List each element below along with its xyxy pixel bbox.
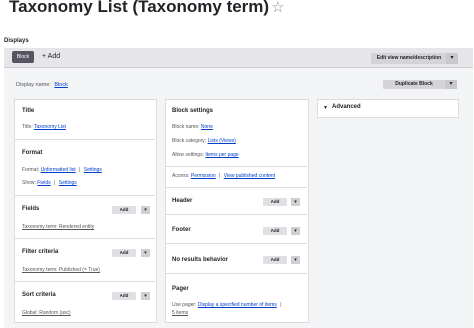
divider: [15, 238, 155, 239]
block-name-label: Block name:: [172, 124, 200, 130]
block-category-link[interactable]: Lists (Views): [208, 138, 236, 144]
allow-settings-label: Allow settings:: [172, 152, 204, 158]
divider: [15, 195, 155, 196]
advanced-section[interactable]: ▼ Advanced: [317, 99, 459, 118]
format-heading: Format: [22, 150, 43, 156]
displays-label: Displays: [4, 38, 29, 44]
divider: [166, 273, 307, 274]
display-name-link[interactable]: Block: [54, 82, 67, 88]
page-title-text: Taxonomy List (Taxonomy term): [9, 0, 270, 16]
edit-view-dropdown-icon[interactable]: ▾: [446, 53, 458, 64]
header-dropdown-icon[interactable]: ▾: [291, 198, 300, 206]
allow-settings-link[interactable]: Items per page: [205, 152, 238, 158]
fields-dropdown-icon[interactable]: ▾: [141, 206, 150, 214]
add-display-button[interactable]: + Add: [42, 51, 60, 63]
title-row: Title: Taxonomy List: [22, 124, 66, 130]
pager-heading: Pager: [172, 286, 189, 292]
filter-item-link[interactable]: Taxonomy term: Published (= True): [22, 267, 100, 273]
divider: [15, 139, 155, 140]
header-add-button[interactable]: Add: [263, 198, 287, 206]
format-link[interactable]: Unformatted list: [41, 167, 76, 173]
block-category-row: Block category: Lists (Views): [172, 138, 236, 144]
pager-separator: |: [280, 302, 282, 308]
block-category-label: Block category:: [172, 138, 207, 144]
sort-dropdown-icon[interactable]: ▾: [141, 292, 150, 300]
format-settings-link[interactable]: Settings: [84, 167, 102, 173]
advanced-toggle-icon[interactable]: ▼: [323, 105, 328, 111]
duplicate-dropdown-icon[interactable]: ▾: [445, 80, 457, 89]
no-results-heading: No results behavior: [172, 257, 229, 263]
access-label: Access:: [172, 173, 190, 179]
filter-heading: Filter criteria: [22, 249, 59, 255]
page-title: Taxonomy List (Taxonomy term) ☆: [9, 0, 285, 17]
access-permission-link[interactable]: Permission: [191, 173, 216, 179]
show-row: Show: Fields | Settings: [22, 180, 77, 186]
duplicate-block-button[interactable]: Duplicate Block: [383, 80, 445, 89]
sort-heading: Sort criteria: [22, 292, 56, 298]
filter-add-button[interactable]: Add: [112, 249, 136, 257]
display-name-row: Display name: Block: [16, 82, 68, 88]
fields-add-button[interactable]: Add: [112, 206, 136, 214]
block-name-link[interactable]: None: [201, 124, 213, 130]
sort-item-link[interactable]: Global: Random (asc): [22, 310, 71, 316]
pager-use-label: Use pager:: [172, 302, 197, 308]
header-heading: Header: [172, 198, 193, 204]
footer-heading: Footer: [172, 227, 191, 233]
footer-add-button[interactable]: Add: [263, 227, 287, 235]
advanced-label[interactable]: Advanced: [332, 104, 361, 110]
edit-view-name-button[interactable]: Edit view name/description: [371, 53, 447, 64]
pager-type-link[interactable]: Display a specified number of items: [198, 302, 277, 308]
tab-block[interactable]: Block: [12, 51, 34, 63]
footer-dropdown-icon[interactable]: ▾: [291, 227, 300, 235]
no-results-dropdown-icon[interactable]: ▾: [291, 256, 300, 264]
show-settings-link[interactable]: Settings: [59, 180, 77, 186]
format-label: Format:: [22, 167, 40, 173]
block-settings-heading: Block settings: [172, 108, 214, 114]
fields-heading: Fields: [22, 206, 40, 212]
divider: [166, 243, 307, 244]
favorite-star-icon[interactable]: ☆: [271, 0, 284, 16]
divider: [166, 166, 307, 167]
access-separator: |: [219, 173, 221, 179]
allow-settings-row: Allow settings: Items per page: [172, 152, 239, 158]
sort-add-button[interactable]: Add: [112, 292, 136, 300]
access-view-published-link[interactable]: View published content: [224, 173, 275, 179]
divider: [166, 214, 307, 215]
fields-item-link[interactable]: Taxonomy term: Rendered entity: [22, 224, 94, 230]
pager-items-link[interactable]: 5 items: [172, 310, 188, 316]
show-label: Show:: [22, 180, 36, 186]
pager-row: Use pager: Display a specified number of…: [172, 302, 284, 308]
display-name-label: Display name:: [16, 82, 51, 88]
filter-dropdown-icon[interactable]: ▾: [141, 249, 150, 257]
divider: [166, 187, 307, 188]
block-name-row: Block name: None: [172, 124, 213, 130]
access-row: Access: Permission | View published cont…: [172, 173, 275, 179]
no-results-add-button[interactable]: Add: [263, 256, 287, 264]
show-separator: |: [54, 180, 56, 186]
show-fields-link[interactable]: Fields: [37, 180, 50, 186]
format-row: Format: Unformatted list | Settings: [22, 167, 102, 173]
title-link[interactable]: Taxonomy List: [34, 124, 66, 130]
divider: [15, 281, 155, 282]
format-separator: |: [79, 167, 81, 173]
title-heading: Title: [22, 108, 35, 114]
title-label: Title:: [22, 124, 33, 130]
